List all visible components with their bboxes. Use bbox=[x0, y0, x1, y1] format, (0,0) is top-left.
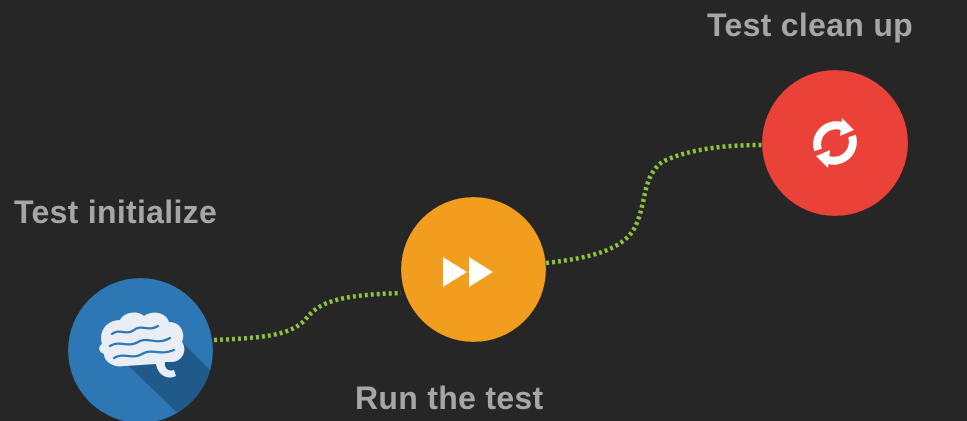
step-label-run: Run the test bbox=[355, 380, 544, 416]
step-label-clean: Test clean up bbox=[707, 7, 914, 43]
process-diagram: Test initialize Run the test Test clean … bbox=[0, 0, 967, 421]
step-label-init: Test initialize bbox=[14, 194, 218, 230]
connector-run-clean bbox=[545, 142, 763, 266]
step-node-run bbox=[401, 197, 546, 342]
step-node-clean bbox=[762, 70, 908, 216]
connector-init-run bbox=[213, 290, 402, 343]
step-node-init bbox=[68, 278, 213, 421]
refresh-icon bbox=[762, 70, 908, 216]
brain-icon bbox=[68, 278, 213, 421]
fast-forward-icon bbox=[401, 197, 546, 342]
